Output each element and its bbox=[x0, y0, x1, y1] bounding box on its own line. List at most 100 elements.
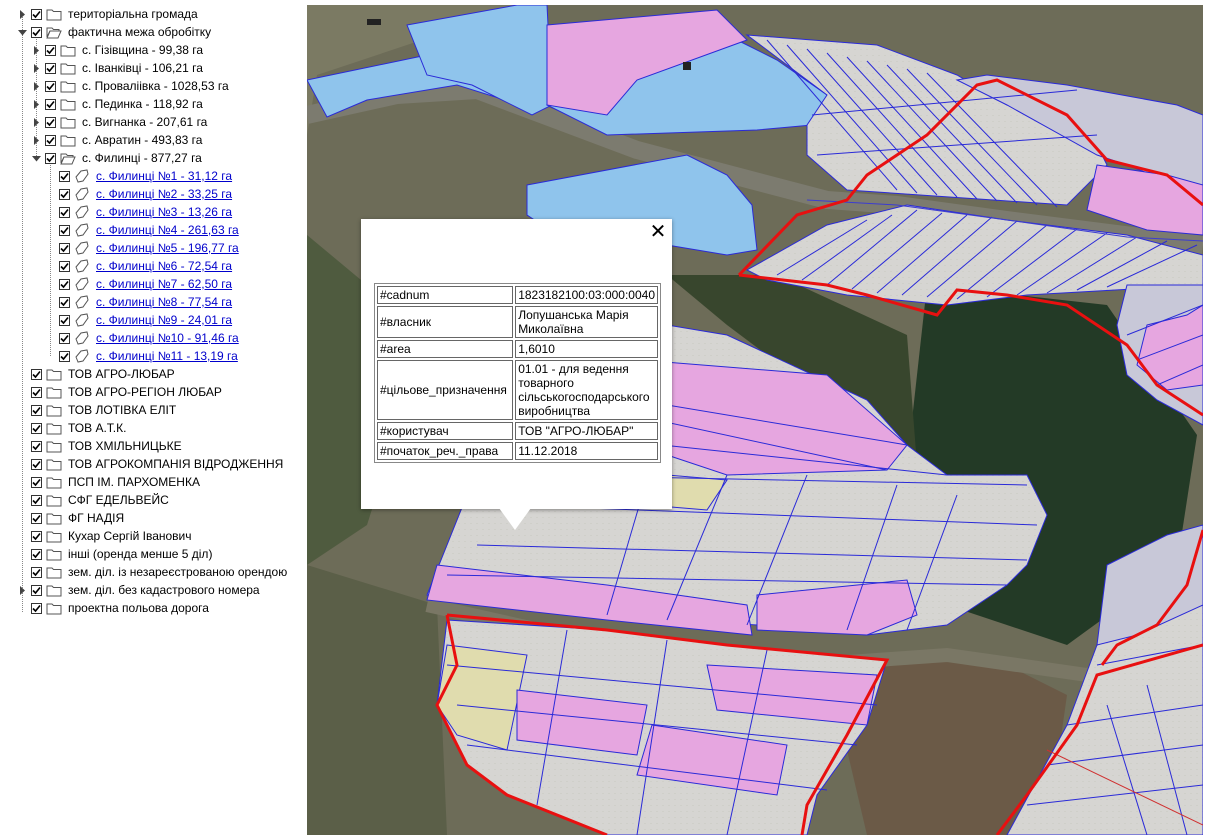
layer-tree-item[interactable]: с. Пединка - 118,92 га bbox=[30, 95, 203, 113]
layer-visibility-checkbox[interactable] bbox=[59, 260, 70, 272]
layer-visibility-checkbox[interactable] bbox=[31, 386, 42, 398]
layer-visibility-checkbox[interactable] bbox=[31, 512, 42, 524]
layer-link-label[interactable]: с. Филинці №5 - 196,77 га bbox=[96, 239, 239, 257]
layer-visibility-checkbox[interactable] bbox=[31, 404, 42, 416]
expand-arrow-open-icon[interactable] bbox=[30, 149, 42, 167]
layer-tree-item[interactable]: Кухар Сергій Іванович bbox=[16, 527, 192, 545]
layer-tree-item[interactable]: с. Филинці №2 - 33,25 га bbox=[44, 185, 232, 203]
layer-tree-item[interactable]: с. Іванківці - 106,21 га bbox=[30, 59, 203, 77]
layer-tree-item[interactable]: ТОВ А.Т.К. bbox=[16, 419, 126, 437]
layer-tree-item[interactable]: с. Вигнанка - 207,61 га bbox=[30, 113, 207, 131]
layer-tree-item[interactable]: с. Филинці №9 - 24,01 га bbox=[44, 311, 232, 329]
layer-tree-item[interactable]: ТОВ ЛОТІВКА ЕЛІТ bbox=[16, 401, 176, 419]
layer-visibility-checkbox[interactable] bbox=[59, 206, 70, 218]
layer-link-label[interactable]: с. Филинці №10 - 91,46 га bbox=[96, 329, 239, 347]
layer-tree-item[interactable]: ФГ НАДІЯ bbox=[16, 509, 124, 527]
layer-tree-item[interactable]: с. Филинці №5 - 196,77 га bbox=[44, 239, 239, 257]
layer-label: інші (оренда менше 5 діл) bbox=[68, 547, 213, 561]
layer-link-label[interactable]: с. Филинці №6 - 72,54 га bbox=[96, 257, 232, 275]
layer-visibility-checkbox[interactable] bbox=[59, 296, 70, 308]
layer-tree-item[interactable]: с. Гізівщина - 99,38 га bbox=[30, 41, 203, 59]
layer-visibility-checkbox[interactable] bbox=[45, 152, 56, 164]
expand-arrow-icon[interactable] bbox=[16, 581, 28, 599]
layer-tree-item[interactable]: с. Филинці - 877,27 га bbox=[30, 149, 202, 167]
layer-link-label[interactable]: с. Филинці №1 - 31,12 га bbox=[96, 167, 232, 185]
layer-tree-item[interactable]: ПСП ІМ. ПАРХОМЕНКА bbox=[16, 473, 200, 491]
layer-visibility-checkbox[interactable] bbox=[45, 44, 56, 56]
close-icon[interactable]: ✕ bbox=[648, 221, 668, 241]
polygon-icon bbox=[74, 187, 90, 201]
expand-arrow-icon[interactable] bbox=[30, 59, 42, 77]
layer-link-label[interactable]: с. Филинці №11 - 13,19 га bbox=[96, 347, 238, 365]
layer-link-label[interactable]: с. Филинці №9 - 24,01 га bbox=[96, 311, 232, 329]
expand-arrow-open-icon[interactable] bbox=[16, 23, 28, 41]
layer-tree-item[interactable]: зем. діл. без кадастрового номера bbox=[16, 581, 260, 599]
layer-tree-item[interactable]: с. Филинці №7 - 62,50 га bbox=[44, 275, 232, 293]
layer-visibility-checkbox[interactable] bbox=[31, 602, 42, 614]
layer-visibility-checkbox[interactable] bbox=[45, 80, 56, 92]
folder-icon bbox=[46, 7, 62, 21]
layer-visibility-checkbox[interactable] bbox=[59, 278, 70, 290]
expand-arrow-icon[interactable] bbox=[30, 113, 42, 131]
layer-visibility-checkbox[interactable] bbox=[31, 548, 42, 560]
layer-tree-item[interactable]: територіальна громада bbox=[16, 5, 198, 23]
layer-visibility-checkbox[interactable] bbox=[31, 494, 42, 506]
layer-visibility-checkbox[interactable] bbox=[59, 332, 70, 344]
layer-tree-item[interactable]: інші (оренда менше 5 діл) bbox=[16, 545, 212, 563]
layer-visibility-checkbox[interactable] bbox=[45, 134, 56, 146]
layer-visibility-checkbox[interactable] bbox=[59, 170, 70, 182]
layer-visibility-checkbox[interactable] bbox=[45, 62, 56, 74]
layer-tree-item[interactable]: зем. діл. із незареєстрованою орендою bbox=[16, 563, 287, 581]
layer-visibility-checkbox[interactable] bbox=[59, 242, 70, 254]
attribute-key: #cadnum bbox=[377, 286, 514, 304]
layer-visibility-checkbox[interactable] bbox=[31, 566, 42, 578]
layer-link-label[interactable]: с. Филинці №8 - 77,54 га bbox=[96, 293, 232, 311]
layer-visibility-checkbox[interactable] bbox=[59, 224, 70, 236]
layer-visibility-checkbox[interactable] bbox=[31, 8, 42, 20]
layer-tree-item[interactable]: с. Филинці №4 - 261,63 га bbox=[44, 221, 239, 239]
layer-visibility-checkbox[interactable] bbox=[31, 26, 42, 38]
layer-tree-item[interactable]: с. Филинці №11 - 13,19 га bbox=[44, 347, 238, 365]
layer-visibility-checkbox[interactable] bbox=[45, 98, 56, 110]
layer-tree-item[interactable]: с. Филинці №8 - 77,54 га bbox=[44, 293, 232, 311]
expand-arrow-icon[interactable] bbox=[16, 5, 28, 23]
layer-tree-item[interactable]: с. Филинці №3 - 13,26 га bbox=[44, 203, 232, 221]
layer-visibility-checkbox[interactable] bbox=[45, 116, 56, 128]
layer-tree-item[interactable]: ТОВ АГРОКОМПАНІЯ ВІДРОДЖЕННЯ bbox=[16, 455, 283, 473]
folder-icon bbox=[46, 547, 62, 561]
layer-tree-item[interactable]: ТОВ АГРО-ЛЮБАР bbox=[16, 365, 175, 383]
layer-tree-item[interactable]: с. Авратин - 493,83 га bbox=[30, 131, 202, 149]
layer-tree-item[interactable]: ТОВ АГРО-РЕГІОН ЛЮБАР bbox=[16, 383, 222, 401]
layer-visibility-checkbox[interactable] bbox=[31, 584, 42, 596]
layer-tree-item[interactable]: с. Проваліівка - 1028,53 га bbox=[30, 77, 229, 95]
folder-icon bbox=[46, 529, 62, 543]
layer-tree-item[interactable]: проектна польова дорога bbox=[16, 599, 209, 617]
layer-link-label[interactable]: с. Филинці №7 - 62,50 га bbox=[96, 275, 232, 293]
layer-visibility-checkbox[interactable] bbox=[31, 440, 42, 452]
layer-tree-item[interactable]: с. Филинці №10 - 91,46 га bbox=[44, 329, 239, 347]
layer-visibility-checkbox[interactable] bbox=[31, 422, 42, 434]
layer-link-label[interactable]: с. Филинці №4 - 261,63 га bbox=[96, 221, 239, 239]
layer-tree-item[interactable]: СФГ ЕДЕЛЬВЕЙС bbox=[16, 491, 169, 509]
layer-visibility-checkbox[interactable] bbox=[31, 476, 42, 488]
layer-tree-item[interactable]: с. Филинці №6 - 72,54 га bbox=[44, 257, 232, 275]
layer-visibility-checkbox[interactable] bbox=[59, 188, 70, 200]
attribute-value: 01.01 - для ведення товарного сільського… bbox=[515, 360, 658, 420]
layer-tree-item[interactable]: ТОВ ХМІЛЬНИЦЬКЕ bbox=[16, 437, 182, 455]
layer-link-label[interactable]: с. Филинці №2 - 33,25 га bbox=[96, 185, 232, 203]
layer-link-label[interactable]: с. Филинці №3 - 13,26 га bbox=[96, 203, 232, 221]
expand-arrow-icon[interactable] bbox=[30, 41, 42, 59]
layer-visibility-checkbox[interactable] bbox=[31, 368, 42, 380]
layer-visibility-checkbox[interactable] bbox=[31, 530, 42, 542]
expand-arrow-icon[interactable] bbox=[30, 77, 42, 95]
layer-visibility-checkbox[interactable] bbox=[59, 350, 70, 362]
layer-visibility-checkbox[interactable] bbox=[59, 314, 70, 326]
expand-arrow-icon[interactable] bbox=[30, 131, 42, 149]
attribute-key: #початок_реч._права bbox=[377, 442, 514, 460]
expand-arrow-icon[interactable] bbox=[30, 95, 42, 113]
layer-visibility-checkbox[interactable] bbox=[31, 458, 42, 470]
layer-tree-item[interactable]: с. Филинці №1 - 31,12 га bbox=[44, 167, 232, 185]
layer-tree-item[interactable]: фактична межа обробітку bbox=[16, 23, 211, 41]
